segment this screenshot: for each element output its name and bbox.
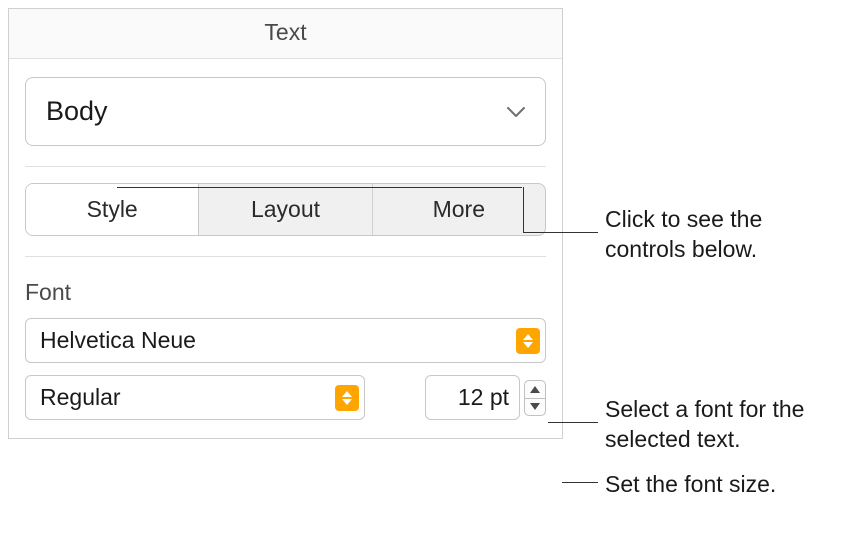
font-typeface-popup[interactable]: Regular [25,375,365,420]
font-size-stepper [524,380,546,416]
stepper-down-button[interactable] [524,398,546,416]
callout-line [523,232,598,233]
chevron-down-icon [507,107,525,117]
divider [25,256,546,257]
callout-line [548,422,598,423]
tab-label: Layout [251,196,320,222]
triangle-up-icon [530,386,540,393]
font-typeface-value: Regular [40,384,121,411]
popup-arrows-icon [335,385,359,411]
tab-layout[interactable]: Layout [199,184,372,235]
callout-size: Set the font size. [605,470,835,500]
paragraph-style-dropdown[interactable]: Body [25,77,546,146]
paragraph-style-value: Body [46,96,108,127]
popup-arrows-icon [516,328,540,354]
callout-font: Select a font for the selected text. [605,395,835,455]
callout-tabs: Click to see the controls below. [605,205,835,265]
font-family-popup[interactable]: Helvetica Neue [25,318,546,363]
font-family-value: Helvetica Neue [40,327,196,354]
stepper-up-button[interactable] [524,380,546,398]
font-size-group [425,375,546,420]
tab-more[interactable]: More [373,184,545,235]
font-section-label: Font [25,279,546,306]
callout-line [117,187,522,188]
callout-line [523,187,524,232]
triangle-down-icon [530,403,540,410]
font-size-input[interactable] [425,375,520,420]
callout-line [562,482,598,483]
tab-style[interactable]: Style [26,184,199,235]
text-inspector-panel: Text Body Style Layout More Font Helveti… [8,8,563,439]
divider [25,166,546,167]
tab-label: Style [87,196,138,222]
tab-label: More [433,196,485,222]
panel-title: Text [9,9,562,59]
tabs-segmented-control: Style Layout More [25,183,546,236]
